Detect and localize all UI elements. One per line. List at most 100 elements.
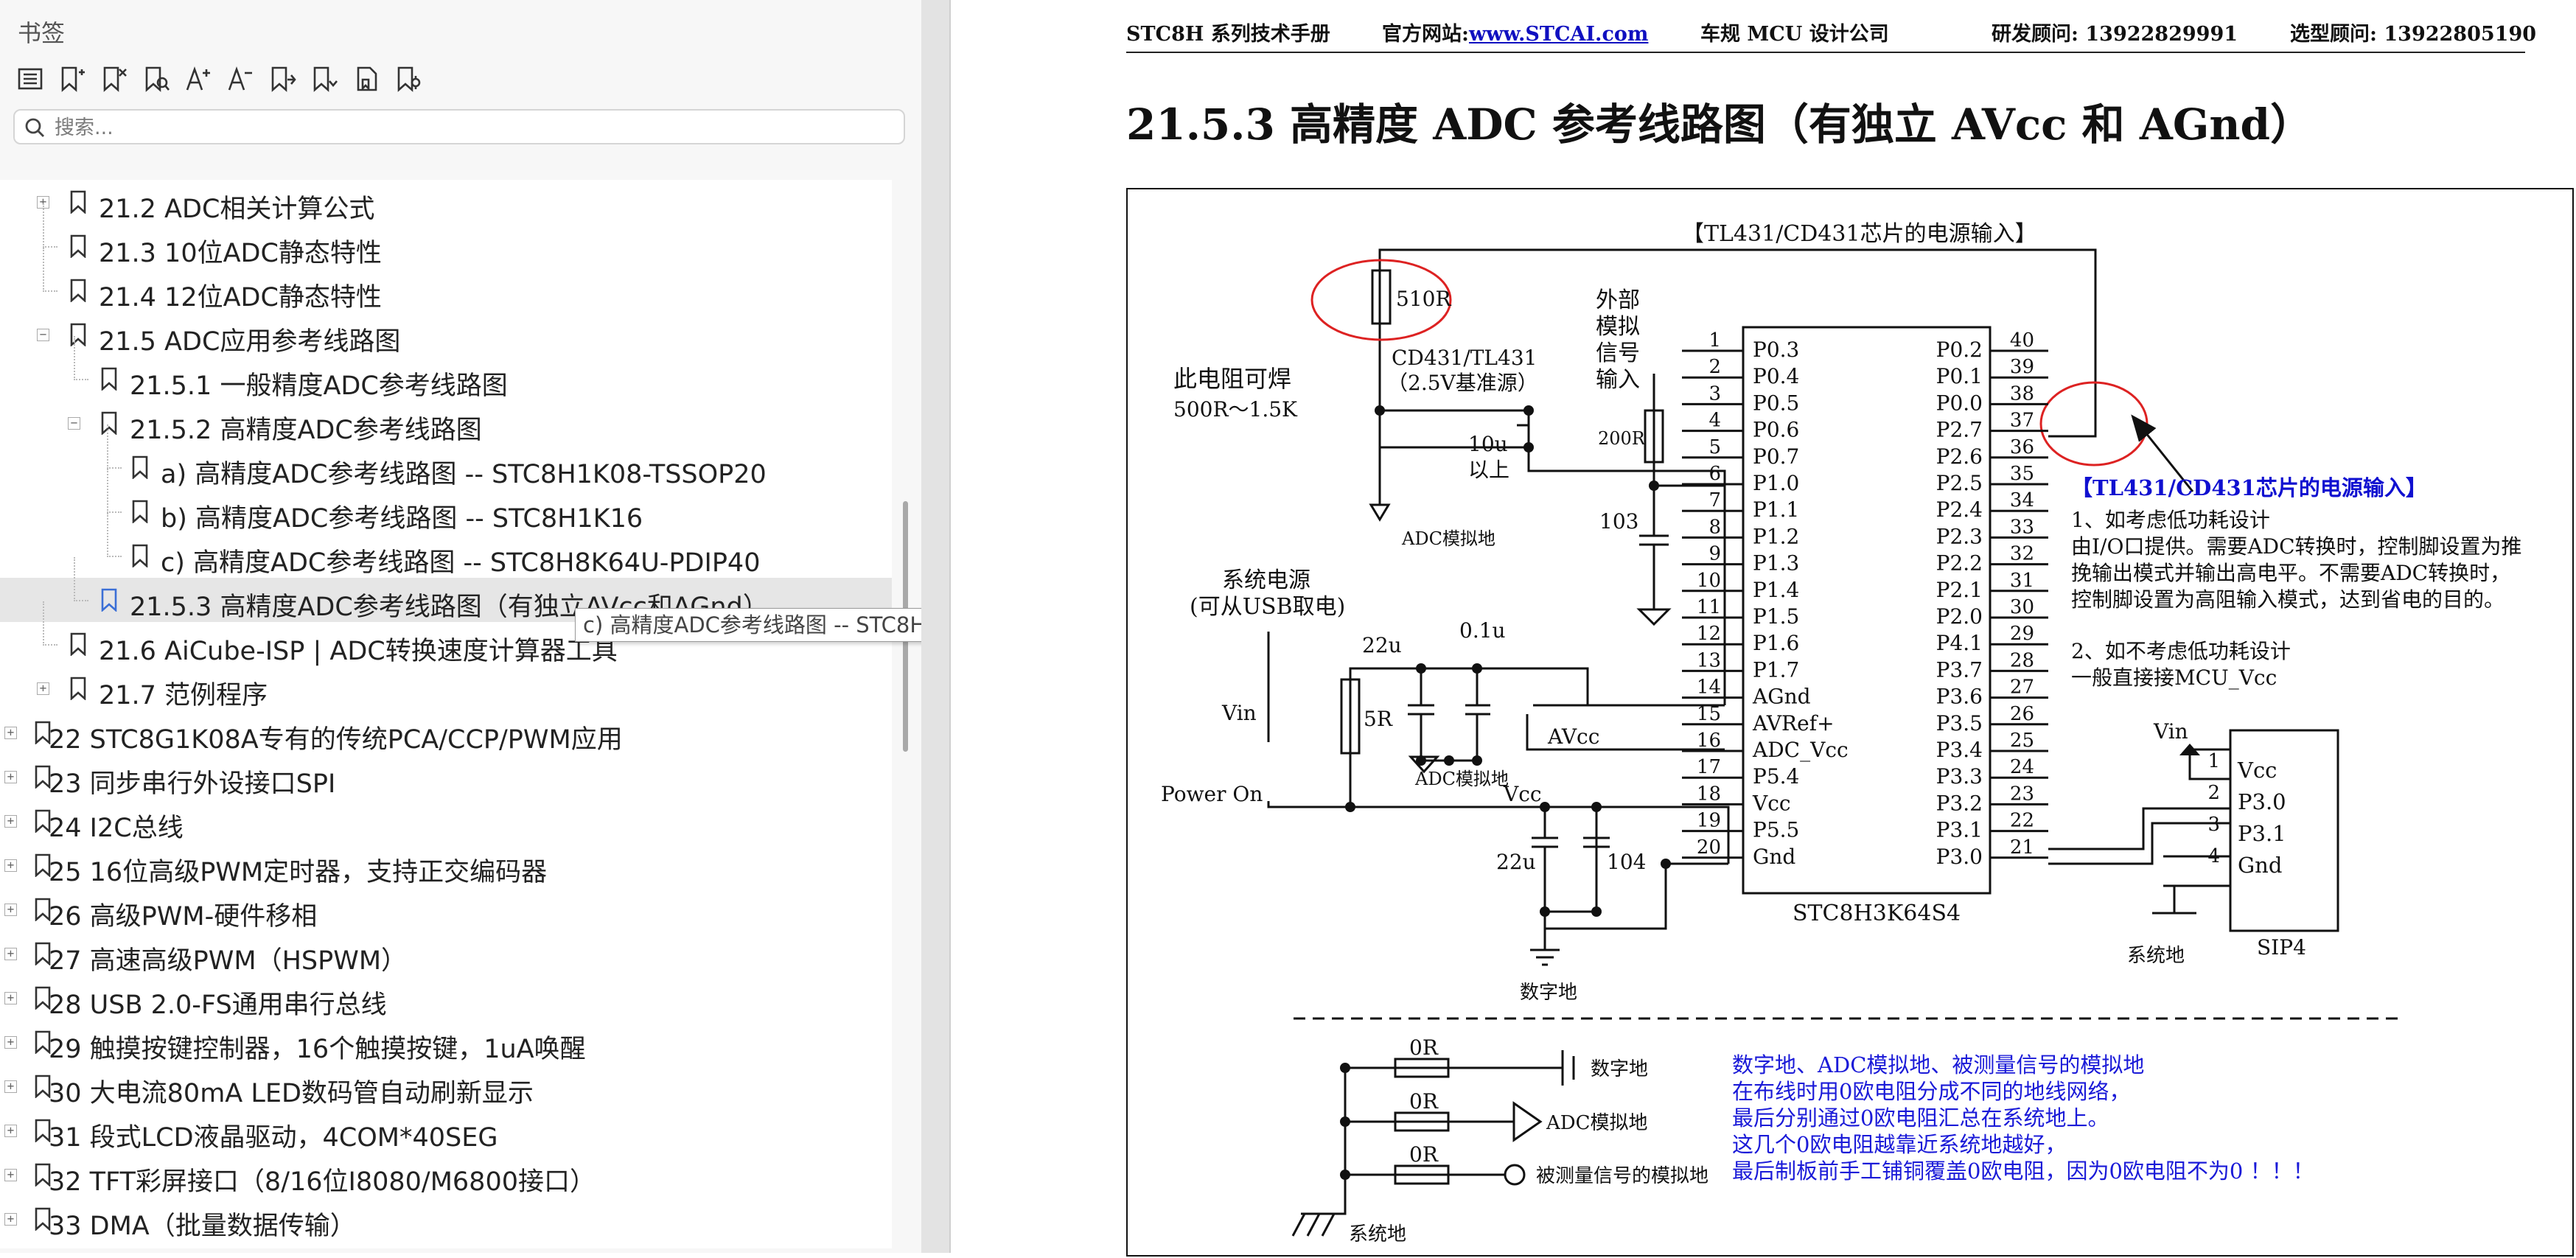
expand-icon[interactable]: + — [4, 815, 17, 828]
bookmark-icon — [69, 190, 87, 214]
search-input[interactable] — [53, 113, 867, 141]
expand-icon[interactable]: + — [4, 904, 17, 916]
bookmark-icon — [100, 411, 118, 436]
bookmark-item[interactable]: b) 高精度ADC参考线路图 -- STC8H1K16 — [0, 469, 892, 534]
bookmark-item[interactable]: +31 段式LCD液晶驱动，4COM*40SEG — [0, 1108, 892, 1153]
expand-icon[interactable]: + — [4, 1213, 17, 1226]
find-bookmark-icon[interactable] — [139, 62, 172, 95]
pin-number: 19 — [1697, 810, 1721, 832]
bookmark-item[interactable]: +22 STC8G1K08A专有的传统PCA/CCP/PWM应用 — [0, 710, 892, 755]
pin-number: 25 — [2010, 730, 2034, 752]
delete-bookmark-icon[interactable] — [97, 62, 130, 95]
header-site-link[interactable]: www.STCAI.com — [1469, 23, 1649, 46]
pin-name: P0.3 — [1753, 338, 1799, 362]
bookmark-tree: +21.2 ADC相关计算公式 21.3 10位ADC静态特性 21.4 12位AD… — [0, 180, 892, 1248]
bookmark-item[interactable]: +29 触摸按键控制器，16个触摸按键，1uA唤醒 — [0, 1020, 892, 1064]
pin-number: 17 — [1697, 756, 1721, 778]
bookmark-item[interactable]: +27 高速高级PWM（HSPWM） — [0, 932, 892, 976]
expand-all-icon[interactable] — [265, 62, 299, 95]
expand-icon[interactable]: + — [37, 682, 49, 695]
bookmark-icon — [69, 279, 87, 303]
pin-name: ADC_Vcc — [1752, 738, 1849, 762]
bookmark-item[interactable]: − 21.5.2 高精度ADC参考线路图 — [0, 401, 892, 445]
chip-pins: 1 P0.3 2 P0.4 3 P0.5 4 P0.6 5 P0.7 6 P1.0 7 P1.1 8 P1.2… — [1682, 329, 2048, 869]
pin-number: 28 — [2010, 649, 2034, 671]
pin-number: 2 — [1708, 356, 1721, 378]
pin-name: AGnd — [1752, 685, 1811, 709]
pin-number: 24 — [2010, 756, 2034, 778]
bookmark-item[interactable]: − 21.5 ADC应用参考线路图 — [0, 312, 892, 357]
document-page: STC8H 系列技术手册 官方网站:www.STCAI.com 车规 MCU 设… — [951, 0, 2576, 1257]
digital-gnd-label: 数字地 — [1520, 982, 1577, 1004]
bookmark-item[interactable]: +28 USB 2.0-FS通用串行总线 — [0, 976, 892, 1020]
collapse-icon[interactable]: − — [68, 417, 80, 430]
gnd-note-line: 这几个0欧电阻越靠近系统地越好， — [1732, 1132, 2066, 1157]
pin-number: 34 — [2010, 489, 2034, 511]
collapse-all-icon[interactable] — [307, 62, 341, 95]
bookmark-item[interactable]: a) 高精度ADC参考线路图 -- STC8H1K08-TSSOP20 — [0, 424, 892, 489]
bookmark-page-icon[interactable] — [349, 62, 383, 95]
bookmark-label: 25 16位高级PWM定时器，支持正交编码器 — [49, 858, 548, 887]
pin-number: 21 — [2010, 836, 2034, 859]
adc-gnd-label: ADC模拟地 — [1401, 528, 1495, 549]
pin-name: P3.4 — [1936, 738, 1983, 762]
pin-number: 9 — [1708, 543, 1721, 565]
tree-line — [74, 600, 88, 601]
expand-icon[interactable]: + — [4, 859, 17, 872]
expand-icon[interactable]: + — [4, 1169, 17, 1181]
expand-icon[interactable]: + — [4, 1036, 17, 1049]
label-103: 103 — [1599, 509, 1638, 534]
expand-icon[interactable]: + — [4, 948, 17, 960]
ext-signal-1: 外部 — [1596, 287, 1640, 313]
panel-splitter[interactable] — [921, 0, 951, 1253]
bookmark-item[interactable]: +26 高级PWM-硬件移相 — [0, 887, 892, 932]
expand-icon[interactable]: + — [4, 1125, 17, 1137]
bookmark-item[interactable]: +25 16位高级PWM定时器，支持正交编码器 — [0, 843, 892, 887]
bookmark-item[interactable]: c) 高精度ADC参考线路图 -- STC8H8K64U-PDIP40 — [0, 513, 892, 578]
tree-line — [107, 556, 122, 557]
pin-number: 40 — [2010, 329, 2034, 352]
label-5r: 5R — [1364, 707, 1393, 731]
bookmark-item[interactable]: +30 大电流80mA LED数码管自动刷新显示 — [0, 1064, 892, 1108]
pin-name: P1.6 — [1753, 631, 1799, 655]
bookmark-label: 26 高级PWM-硬件移相 — [49, 902, 318, 932]
expand-icon[interactable]: + — [4, 992, 17, 1004]
font-smaller-icon[interactable] — [223, 62, 256, 95]
bookmark-label: 22 STC8G1K08A专有的传统PCA/CCP/PWM应用 — [49, 725, 623, 755]
bookmark-item[interactable]: +21.7 范例程序 — [0, 666, 892, 710]
bookmark-search[interactable] — [13, 109, 905, 144]
bookmark-item[interactable]: 21.3 10位ADC静态特性 — [0, 203, 892, 268]
expand-icon[interactable]: + — [4, 771, 17, 783]
sip-vin: Vin — [2153, 719, 2188, 744]
search-icon — [24, 116, 46, 139]
font-larger-icon[interactable] — [181, 62, 214, 95]
pin-number: 16 — [1697, 730, 1721, 752]
expand-icon[interactable]: + — [4, 1080, 17, 1093]
outline-icon[interactable] — [13, 62, 46, 95]
bookmark-item[interactable]: +33 DMA（批量数据传输） — [0, 1197, 892, 1241]
add-bookmark-icon[interactable] — [55, 62, 88, 95]
gnd-target-3: 被测量信号的模拟地 — [1536, 1165, 1708, 1187]
chip-name: STC8H3K64S4 — [1793, 901, 1961, 926]
bookmark-settings-icon[interactable] — [391, 62, 425, 95]
bookmark-label: c) 高精度ADC参考线路图 -- STC8H8K64U-PDIP40 — [161, 548, 761, 578]
sip-pins: 1 Vcc 2 P3.0 3 P3.1 4 Gnd — [2207, 750, 2286, 878]
resistor-note-2: 500R～1.5K — [1173, 397, 1298, 422]
bookmark-icon — [69, 632, 87, 657]
expand-icon[interactable]: + — [4, 727, 17, 739]
sip-pin-number: 2 — [2207, 782, 2220, 804]
bookmark-item[interactable]: +24 I2C总线 — [0, 799, 892, 843]
bookmark-label: 21.7 范例程序 — [99, 681, 268, 710]
tree-line — [43, 601, 44, 646]
bookmark-item[interactable]: +32 TFT彩屏接口（8/16位I8080/M6800接口） — [0, 1153, 892, 1197]
bookmark-item[interactable]: 21.4 12位ADC静态特性 — [0, 248, 892, 312]
bookmark-item[interactable]: 21.5.1 一般精度ADC参考线路图 — [0, 336, 892, 401]
bookmark-label: 21.4 12位ADC静态特性 — [99, 283, 382, 312]
pin-name: P0.1 — [1936, 364, 1983, 388]
power-label-1: 系统电源 — [1222, 567, 1310, 593]
bookmark-item[interactable]: +23 同步串行外设接口SPI — [0, 755, 892, 799]
bookmark-label: 23 同步串行外设接口SPI — [49, 769, 336, 799]
collapse-icon[interactable]: − — [37, 329, 49, 341]
bookmark-item[interactable]: +21.2 ADC相关计算公式 — [0, 180, 892, 224]
note-line: 由I/O口提供。需要ADC转换时，控制脚设置为推 — [2071, 534, 2522, 559]
